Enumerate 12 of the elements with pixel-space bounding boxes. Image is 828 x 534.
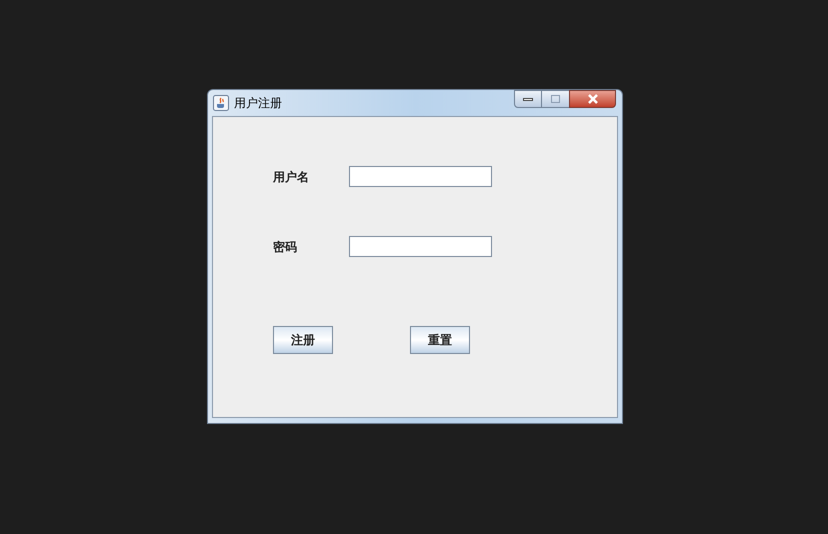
form-button[interactable]: 注册 xyxy=(273,326,333,354)
input-field[interactable] xyxy=(349,166,492,187)
field-label: 密码 xyxy=(273,238,298,256)
window-title: 用户注册 xyxy=(234,95,282,112)
close-icon xyxy=(586,94,598,104)
minimize-button[interactable] xyxy=(514,90,542,108)
field-label: 用户名 xyxy=(273,168,310,186)
input-field[interactable] xyxy=(349,236,492,257)
form-button[interactable]: 重置 xyxy=(410,326,470,354)
maximize-button[interactable] xyxy=(542,90,569,108)
close-button[interactable] xyxy=(569,90,616,108)
coffee-cup-icon xyxy=(213,95,229,111)
